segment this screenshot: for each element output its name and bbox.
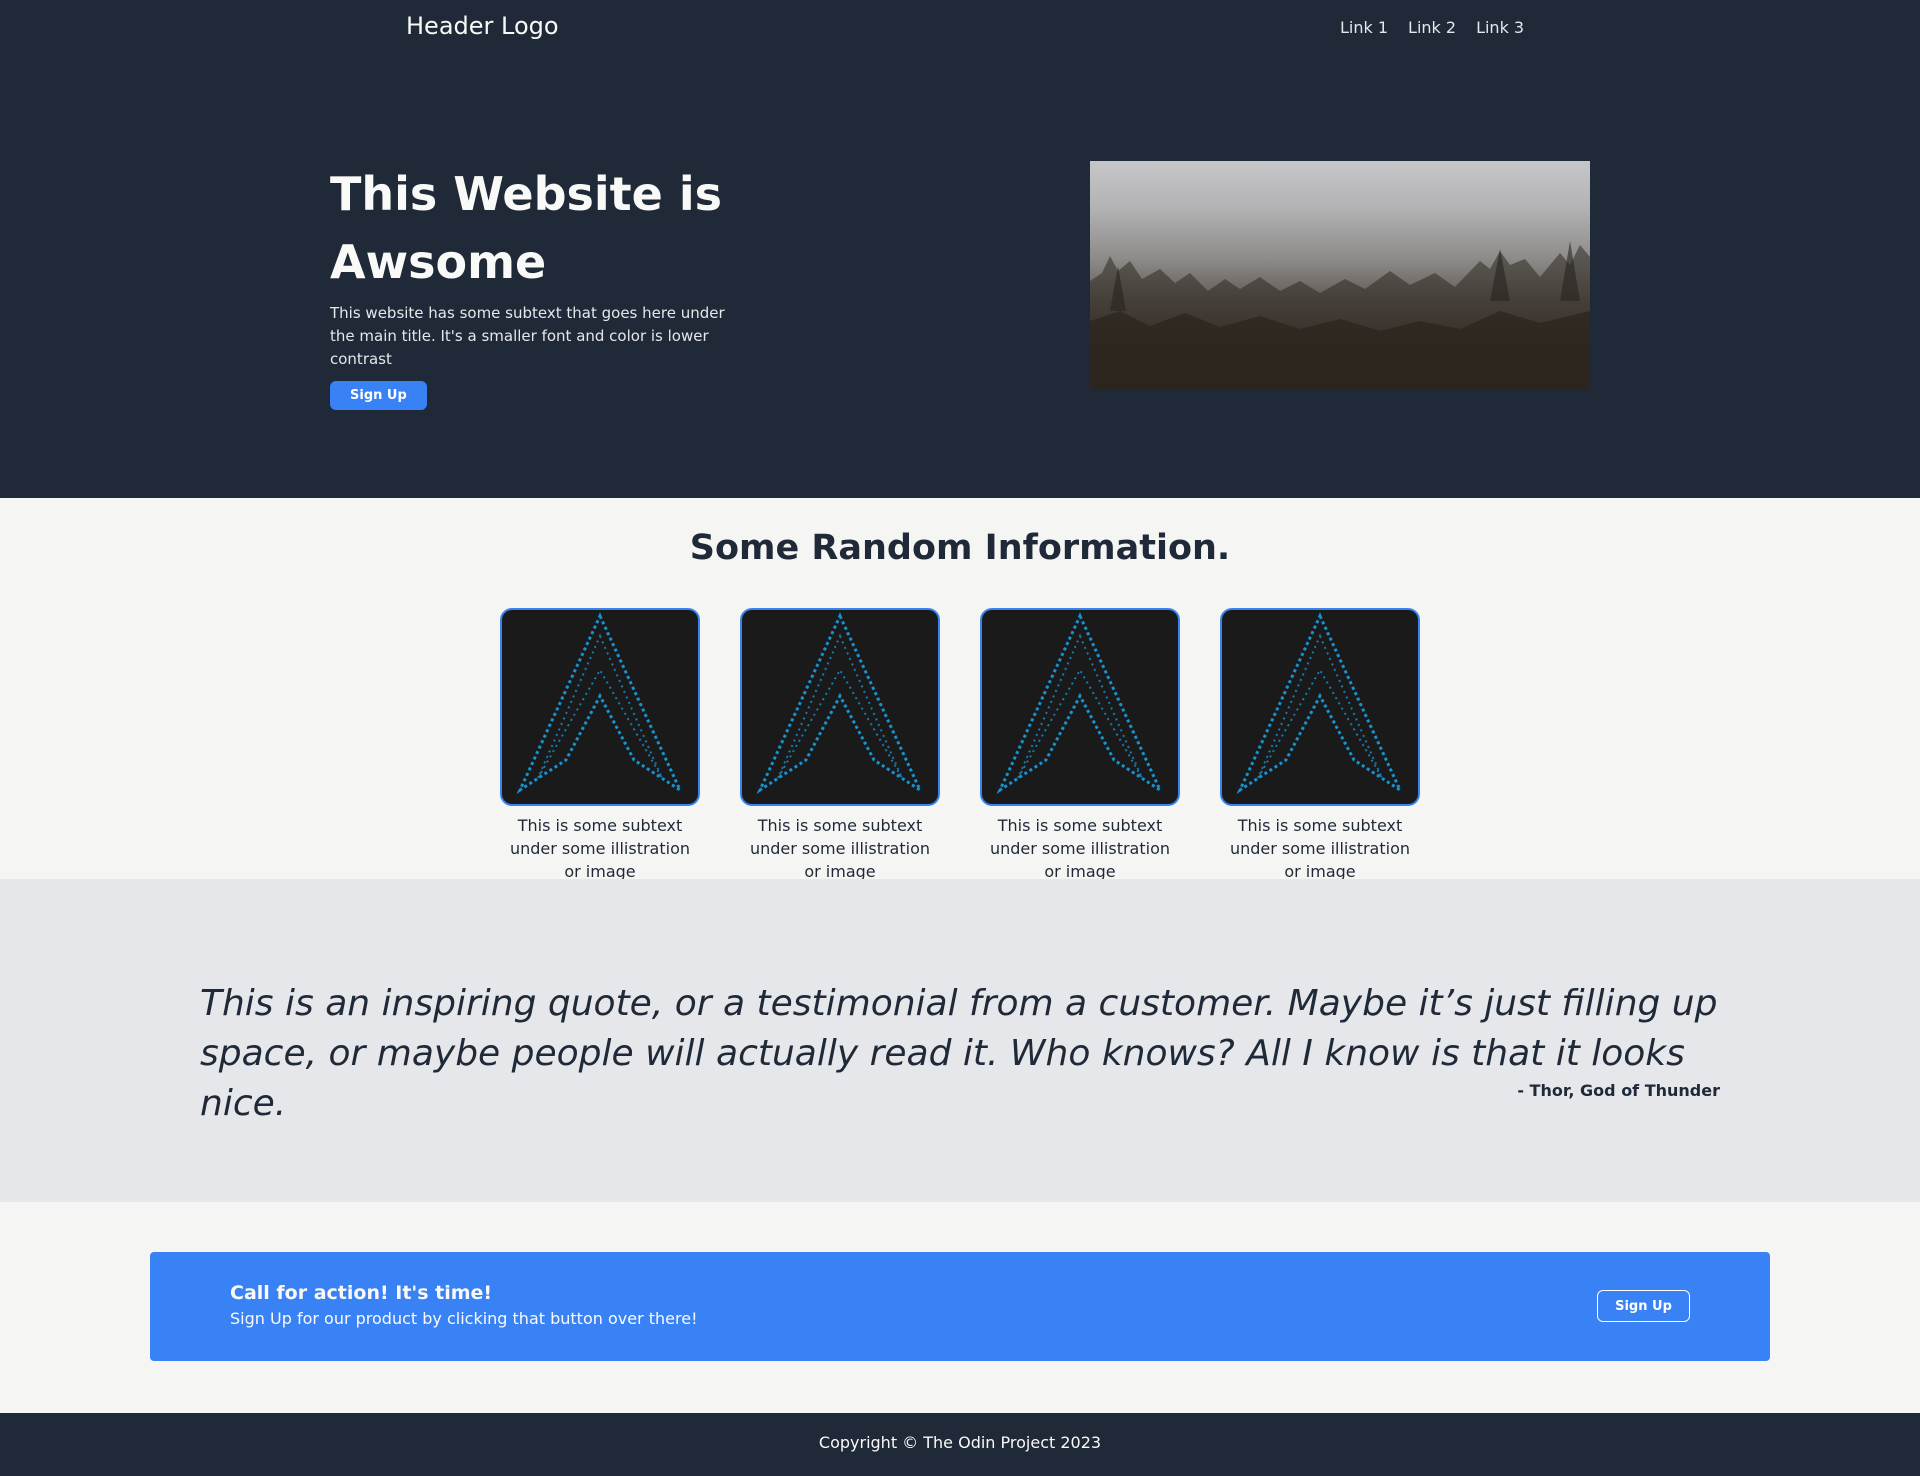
arch-logo-icon xyxy=(740,608,940,806)
quote-section: This is an inspiring quote, or a testimo… xyxy=(0,879,1920,1202)
cta-section: Call for action! It's time! Sign Up for … xyxy=(0,1202,1920,1413)
arch-logo-icon xyxy=(1220,608,1420,806)
foggy-forest-illustration xyxy=(1090,241,1590,390)
nav-link-3[interactable]: Link 3 xyxy=(1476,18,1524,37)
cta-box: Call for action! It's time! Sign Up for … xyxy=(150,1252,1770,1361)
quote-author: - Thor, God of Thunder xyxy=(1517,1081,1720,1100)
hero-image xyxy=(1090,161,1590,390)
hero-section: Header Logo Link 1 Link 2 Link 3 This We… xyxy=(0,0,1920,498)
hero-title: This Website is Awsome xyxy=(330,167,723,289)
card-caption: This is some subtext under some illistra… xyxy=(1229,816,1410,881)
card-list: This is some subtext under some illistra… xyxy=(500,608,1420,883)
hero-text: This Website is Awsome This website has … xyxy=(330,160,730,410)
info-card: This is some subtext under some illistra… xyxy=(740,608,940,883)
info-card: This is some subtext under some illistra… xyxy=(980,608,1180,883)
info-section: Some Random Information. This is some su… xyxy=(0,498,1920,881)
header-logo[interactable]: Header Logo xyxy=(406,12,559,40)
cta-signup-button[interactable]: Sign Up xyxy=(1597,1290,1690,1322)
info-card: This is some subtext under some illistra… xyxy=(500,608,700,883)
nav-links: Link 1 Link 2 Link 3 xyxy=(1340,18,1524,37)
header: Header Logo Link 1 Link 2 Link 3 xyxy=(0,0,1920,56)
cta-subtext: Sign Up for our product by clicking that… xyxy=(230,1309,698,1328)
cta-title: Call for action! It's time! xyxy=(230,1282,493,1304)
info-title: Some Random Information. xyxy=(689,528,1231,568)
hero-signup-button[interactable]: Sign Up xyxy=(330,381,427,410)
nav-link-1[interactable]: Link 1 xyxy=(1340,18,1388,37)
hero-subtext: This website has some subtext that goes … xyxy=(330,304,725,368)
arch-logo-icon xyxy=(980,608,1180,806)
info-card: This is some subtext under some illistra… xyxy=(1220,608,1420,883)
card-caption: This is some subtext under some illistra… xyxy=(509,816,690,881)
nav-link-2[interactable]: Link 2 xyxy=(1408,18,1456,37)
arch-logo-icon xyxy=(500,608,700,806)
footer: Copyright © The Odin Project 2023 xyxy=(0,1413,1920,1476)
card-caption: This is some subtext under some illistra… xyxy=(749,816,930,881)
footer-copyright: Copyright © The Odin Project 2023 xyxy=(818,1433,1102,1452)
card-caption: This is some subtext under some illistra… xyxy=(989,816,1170,881)
quote-text: This is an inspiring quote, or a testimo… xyxy=(200,983,1718,1124)
